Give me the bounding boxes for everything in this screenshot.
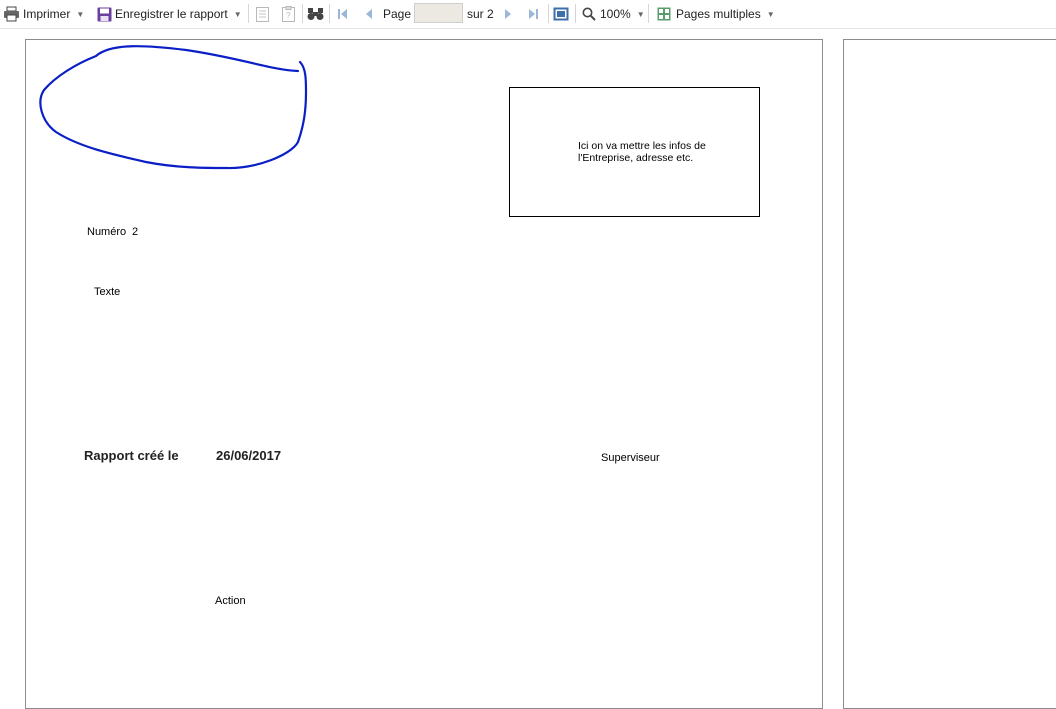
numero-label: Numéro	[87, 226, 127, 238]
multiple-pages-label: Pages multiples	[676, 7, 761, 21]
next-page-button[interactable]	[504, 0, 513, 28]
multiple-pages-dropdown[interactable]: Pages multiples ▼	[657, 0, 775, 28]
zoom-dropdown[interactable]: 100% ▼	[582, 0, 645, 28]
report-preview-area[interactable]: Ici on va mettre les infos de l'Entrepri…	[0, 29, 1056, 709]
toolbar-separator	[648, 4, 649, 23]
last-page-icon	[529, 9, 538, 19]
first-page-icon	[338, 9, 347, 19]
printer-icon	[4, 6, 19, 22]
save-report-button[interactable]: Enregistrer le rapport ▼	[97, 0, 242, 28]
full-screen-icon	[553, 7, 569, 21]
page-label: Page	[383, 7, 412, 21]
parameters-button[interactable]: ?	[282, 0, 295, 28]
supervisor-label: Superviseur	[601, 452, 660, 464]
next-page-icon	[505, 9, 511, 19]
zoom-level: 100%	[600, 7, 631, 21]
print-label: Imprimer	[23, 7, 71, 21]
document-list-icon	[256, 6, 269, 22]
action-label: Action	[215, 595, 246, 607]
toolbar-separator	[548, 4, 549, 23]
page-number-input[interactable]	[414, 3, 463, 23]
report-page: Ici on va mettre les infos de l'Entrepri…	[25, 39, 823, 709]
company-info-box: Ici on va mettre les infos de l'Entrepri…	[509, 87, 760, 217]
zoom-dropdown-icon[interactable]: ▼	[637, 10, 645, 19]
toolbar-separator	[302, 4, 303, 23]
find-button[interactable]	[307, 0, 324, 28]
previous-page-icon	[366, 9, 372, 19]
previous-page-button[interactable]	[364, 0, 373, 28]
document-map-button[interactable]	[256, 0, 269, 28]
multiple-pages-icon	[657, 7, 671, 21]
company-info-text: Ici on va mettre les infos de l'Entrepri…	[578, 140, 706, 164]
help-document-icon: ?	[282, 6, 295, 22]
print-dropdown-icon[interactable]: ▼	[76, 10, 84, 19]
toolbar-separator	[575, 4, 576, 23]
magnifier-icon	[582, 7, 596, 21]
report-created-label: Rapport créé le	[84, 448, 179, 463]
report-created-date: 26/06/2017	[216, 448, 282, 463]
last-page-button[interactable]	[528, 0, 539, 28]
save-dropdown-icon[interactable]: ▼	[234, 10, 242, 19]
save-report-label: Enregistrer le rapport	[115, 7, 228, 21]
full-screen-button[interactable]	[553, 0, 569, 28]
multiple-pages-dropdown-icon[interactable]: ▼	[767, 10, 775, 19]
save-icon	[97, 7, 112, 21]
print-button[interactable]: Imprimer ▼	[3, 0, 84, 28]
numero-value: 2	[132, 226, 139, 238]
svg-text:?: ?	[286, 11, 291, 20]
texte-label: Texte	[94, 286, 121, 298]
toolbar-separator	[329, 4, 330, 23]
report-page	[843, 39, 1056, 709]
page-count-label: sur 2	[467, 7, 494, 21]
report-viewer-toolbar: Imprimer ▼ Enregistrer le rapport ▼ ? Pa…	[0, 0, 1056, 29]
hand-drawn-annotation-circle	[39, 45, 308, 170]
toolbar-separator	[248, 4, 249, 23]
first-page-button[interactable]	[337, 0, 348, 28]
binoculars-icon	[307, 8, 324, 20]
